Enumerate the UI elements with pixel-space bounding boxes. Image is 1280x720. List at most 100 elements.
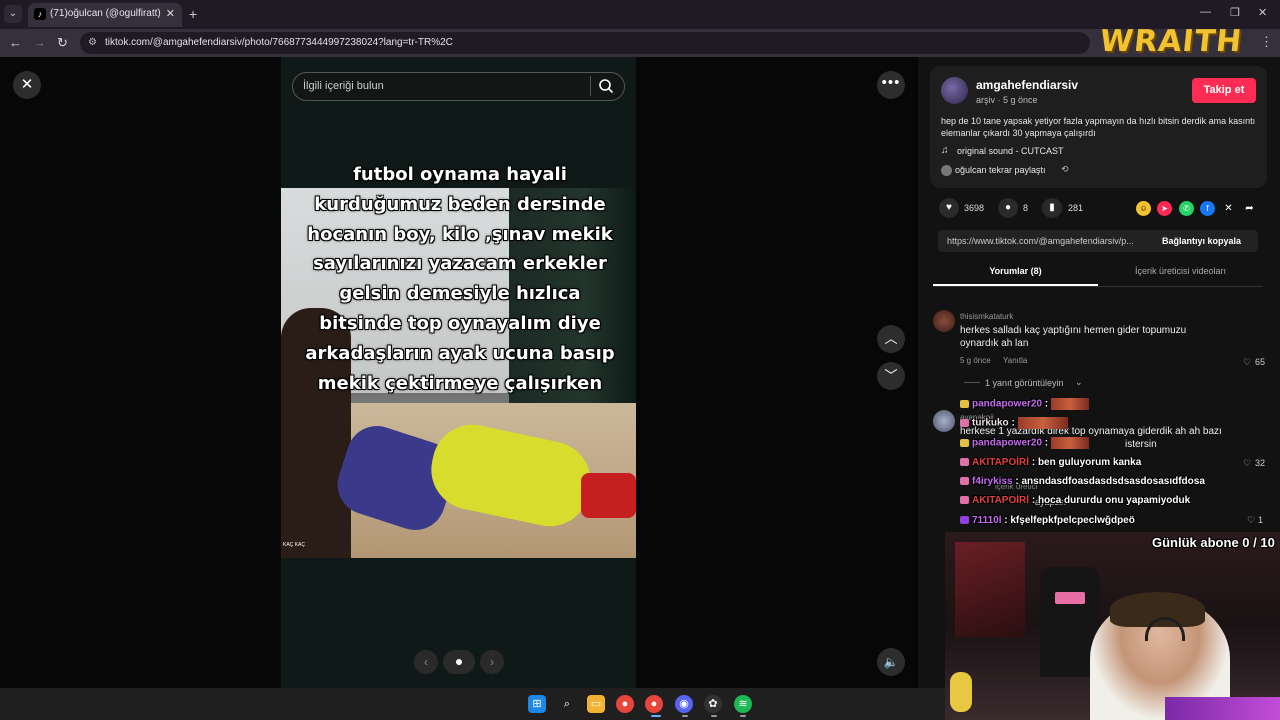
- post-description: hep de 10 tane yapsak yetiyor fazla yapm…: [941, 116, 1256, 138]
- chat-message: AKITAPOİRİ : hoca dururdu onu yapamiyodu…: [960, 495, 1190, 506]
- search-divider: [590, 76, 591, 96]
- url-text[interactable]: tiktok.com/@amgahefendiarsiv/photo/76687…: [105, 37, 453, 48]
- chat-username: AKITAPOİRİ: [972, 495, 1030, 506]
- badge-icon: [960, 439, 969, 447]
- avatar[interactable]: [933, 310, 955, 332]
- chat-username: turkuko: [972, 417, 1009, 429]
- photo-watermark: KAÇ KAÇ: [283, 542, 305, 548]
- photo-ball: [581, 473, 636, 518]
- app-icon[interactable]: ✿: [704, 695, 722, 713]
- chat-text: kfşelfepkfpelcpeclwğdpeö: [1010, 515, 1135, 526]
- desk-light: [1165, 697, 1280, 720]
- share-icon[interactable]: ➦: [1242, 201, 1257, 216]
- chat-username: pandapower20: [972, 437, 1043, 449]
- app-running-indicator: [682, 715, 688, 717]
- bookmark-icon[interactable]: ▮: [1042, 198, 1062, 218]
- tab-comments[interactable]: Yorumlar (8): [933, 266, 1098, 286]
- reply-button[interactable]: Yanıtla: [1003, 356, 1027, 365]
- volume-icon[interactable]: 🔈: [877, 648, 905, 676]
- avatar[interactable]: [941, 77, 968, 104]
- send-icon[interactable]: ➤: [1157, 201, 1172, 216]
- x-icon[interactable]: ✕: [1221, 201, 1236, 216]
- wall-poster: [955, 542, 1025, 637]
- chat-message: 71110l : kfşelfepkfpelcpeclwğdpeö: [960, 515, 1135, 526]
- search-placeholder: İlgili içeriği bulun: [303, 80, 384, 92]
- close-icon[interactable]: ✕: [13, 71, 41, 99]
- tab-close-icon[interactable]: ✕: [166, 7, 175, 20]
- search-icon[interactable]: [598, 78, 614, 94]
- comment-like-icon[interactable]: ♡: [1243, 357, 1251, 368]
- comment-icon[interactable]: ●: [998, 198, 1018, 218]
- chrome-icon[interactable]: ●: [616, 695, 634, 713]
- window-close-icon[interactable]: ✕: [1258, 6, 1267, 19]
- copy-link-button[interactable]: Bağlantıyı kopyala: [1162, 236, 1241, 246]
- save-count: 281: [1068, 203, 1084, 213]
- sub-goal-counter: Günlük abone 0 / 10: [1152, 535, 1275, 550]
- wraith-overlay-logo: WRAITH: [1098, 24, 1244, 59]
- comment-like-icon[interactable]: ♡: [1243, 458, 1251, 469]
- tab-divider: [933, 286, 1263, 287]
- chevron-down-icon[interactable]: ⌄: [1075, 377, 1083, 388]
- avatar[interactable]: [933, 410, 955, 432]
- chat-username: f4irykiss: [972, 476, 1013, 487]
- site-info-icon[interactable]: ⚙: [88, 37, 97, 48]
- view-replies-button[interactable]: 1 yanıt görüntüleyin: [985, 378, 1064, 388]
- sound-link[interactable]: original sound - CUTCAST: [957, 146, 1064, 156]
- replies-line: [964, 382, 980, 383]
- more-icon[interactable]: •••: [877, 71, 905, 99]
- comment-username[interactable]: thisismkataturk: [960, 312, 1013, 321]
- repost-text: oğulcan tekrar paylaştı: [955, 165, 1046, 175]
- embed-icon[interactable]: ☺: [1136, 201, 1151, 216]
- facebook-icon[interactable]: f: [1200, 201, 1215, 216]
- post-link[interactable]: https://www.tiktok.com/@amgahefendiarsiv…: [947, 236, 1152, 246]
- app-running-indicator: [740, 715, 746, 717]
- comment-like-count: 65: [1255, 357, 1266, 367]
- badge-icon: [960, 516, 969, 525]
- like-count: 3698: [964, 203, 985, 213]
- whatsapp-icon[interactable]: ✆: [1179, 201, 1194, 216]
- search-icon[interactable]: ⌕: [558, 695, 576, 713]
- author-name[interactable]: amgahefendiarsiv: [976, 78, 1078, 92]
- maximize-icon[interactable]: ❐: [1230, 6, 1240, 19]
- chat-message: pandapower20 :: [960, 437, 1090, 449]
- webcam-overlay: [945, 532, 1280, 720]
- spotify-icon[interactable]: ≋: [734, 695, 752, 713]
- chevron-down-icon[interactable]: ﹀: [877, 362, 905, 390]
- chat-message: pandapower20 :: [960, 398, 1090, 410]
- chat-message: f4irykiss : ansndasdfoasdasdsdsasdosasıd…: [960, 476, 1205, 487]
- badge-icon: [960, 477, 969, 486]
- comment-like-count: 32: [1255, 458, 1266, 468]
- app-running-indicator: [711, 715, 717, 717]
- reload-icon[interactable]: ↻: [57, 35, 68, 51]
- chevron-up-icon[interactable]: ︿: [877, 325, 905, 353]
- forward-icon[interactable]: →: [33, 35, 46, 50]
- chat-text: ansndasdfoasdasdsdsasdosasıdfdosa: [1021, 476, 1205, 487]
- windows-start-icon[interactable]: ⊞: [528, 695, 546, 713]
- new-tab-button[interactable]: +: [189, 6, 197, 22]
- repost-icon: ⟲: [1061, 164, 1069, 174]
- tab-search-button[interactable]: ⌄: [4, 5, 22, 23]
- browser-tab[interactable]: ♪ (71)oğulcan (@ogulfiratt) | TikT ✕: [28, 3, 182, 27]
- back-icon[interactable]: ←: [9, 35, 22, 50]
- carousel-next-icon[interactable]: ›: [480, 650, 504, 674]
- comment-like-icon[interactable]: ♡: [1247, 515, 1255, 526]
- badge-icon: [960, 400, 969, 408]
- comment-text: herkes salladı kaç yaptığını hemen gider…: [960, 325, 1187, 349]
- taskbar: [0, 688, 945, 720]
- redacted-emote: [1017, 417, 1068, 429]
- carousel-dot: [456, 659, 462, 665]
- comment-time: 5 g önce: [960, 356, 991, 365]
- music-note-icon: ♫: [941, 145, 949, 156]
- heart-icon[interactable]: ♥: [939, 198, 959, 218]
- chrome-icon[interactable]: ●: [645, 695, 663, 713]
- discord-icon[interactable]: ◉: [675, 695, 693, 713]
- browser-menu-icon[interactable]: ⋮: [1260, 34, 1273, 50]
- chat-username: AKITAPOİRİ: [972, 457, 1030, 468]
- file-explorer-icon[interactable]: ▭: [587, 695, 605, 713]
- minimize-icon[interactable]: —: [1200, 6, 1211, 18]
- badge-icon: [960, 496, 969, 505]
- follow-button[interactable]: Takip et: [1192, 78, 1256, 103]
- tab-creator-videos[interactable]: İçerik üreticisi videoları: [1098, 266, 1263, 286]
- comment-text-cont: istersin: [1125, 439, 1157, 450]
- carousel-prev-icon[interactable]: ‹: [414, 650, 438, 674]
